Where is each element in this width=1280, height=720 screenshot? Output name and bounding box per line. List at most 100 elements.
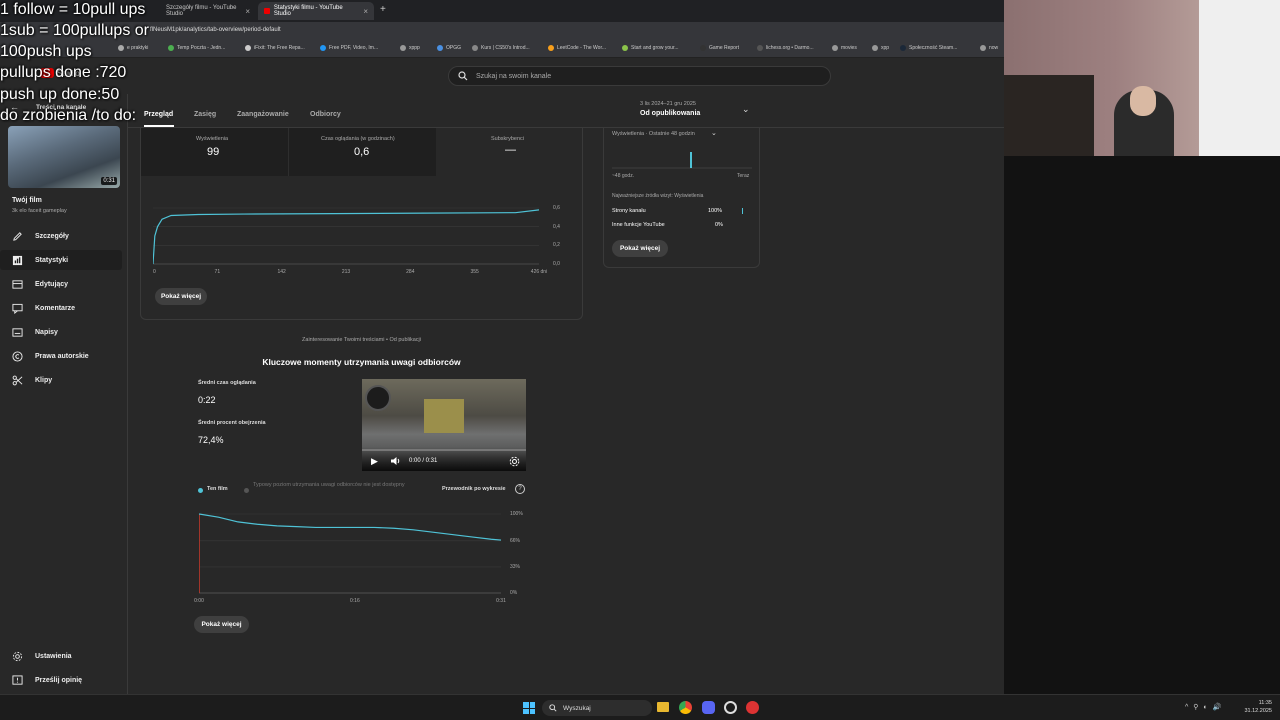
tab-overview[interactable]: Przegląd xyxy=(144,111,173,118)
bookmark-item[interactable]: movies xyxy=(832,45,857,51)
browser-tab[interactable]: Szczegóły filmu - YouTube Studio × xyxy=(160,2,256,20)
obs-icon[interactable] xyxy=(746,701,759,714)
x-tick-label: 71 xyxy=(214,269,221,275)
file-explorer-icon[interactable] xyxy=(657,702,669,712)
app-icon[interactable] xyxy=(724,701,737,714)
webcam-wardrobe xyxy=(1199,0,1280,156)
source-label: Strony kanału xyxy=(612,208,646,214)
bookmark-item[interactable]: lichess.org • Darmo... xyxy=(757,45,814,51)
system-tray-icons[interactable]: ^⚲◐🔊 xyxy=(1185,703,1226,711)
bookmark-item[interactable]: Społeczność Steam... xyxy=(900,45,957,51)
volume-icon[interactable] xyxy=(390,456,401,466)
retention-series-line[interactable] xyxy=(199,513,502,541)
sidebar-item-settings[interactable]: Ustawienia xyxy=(0,646,122,666)
bookmark-icon xyxy=(832,45,838,51)
legend-typical: Typowy poziom utrzymania uwagi odbiorców… xyxy=(253,482,405,488)
metric-value: 0,6 xyxy=(354,146,370,158)
chart-guide-link[interactable]: Przewodnik po wykresie xyxy=(442,486,506,492)
avg-time-label: Średni czas oglądania xyxy=(198,380,256,386)
bookmark-item[interactable]: Game Report xyxy=(700,45,739,51)
sidebar-item-editor[interactable]: Edytujący xyxy=(0,274,122,294)
legend-this-video: Ten film xyxy=(207,486,228,492)
show-more-button[interactable]: Pokaż więcej xyxy=(155,288,207,305)
sidebar-item-analytics[interactable]: Statystyki xyxy=(0,250,122,270)
discord-icon[interactable] xyxy=(702,701,715,714)
avg-pct-value: 72,4% xyxy=(198,435,224,445)
source-value: 0% xyxy=(715,222,723,228)
video-thumbnail[interactable]: 0:31 xyxy=(8,126,120,188)
tab-engagement[interactable]: Zaangażowanie xyxy=(237,111,289,118)
y-tick-label: 0,0 xyxy=(553,261,560,267)
chrome-icon[interactable] xyxy=(679,701,692,714)
bookmark-item[interactable]: now xyxy=(980,45,998,51)
bookmark-item[interactable]: Free PDF, Video, Im... xyxy=(320,45,378,51)
close-icon[interactable]: × xyxy=(245,7,250,16)
bookmark-item[interactable]: OPGG xyxy=(437,45,461,51)
bookmark-item[interactable]: e praktyki xyxy=(118,45,148,51)
period-range: 3 lis 2024–21 gru 2025 xyxy=(640,101,696,107)
windows-start-icon[interactable] xyxy=(523,702,535,714)
show-more-button[interactable]: Pokaż więcej xyxy=(194,616,249,633)
sidebar-item-feedback[interactable]: Prześlij opinię xyxy=(0,670,122,690)
address-bar[interactable]: flNeusM1pk/analytics/tab-overview/period… xyxy=(0,22,1004,40)
views-series-line[interactable] xyxy=(153,209,540,265)
bookmark-item[interactable]: iFixit: The Free Repa... xyxy=(245,45,305,51)
sidebar-item-subtitles[interactable]: Napisy xyxy=(0,322,122,342)
search-input[interactable]: Szukaj na swoim kanale xyxy=(448,66,831,86)
views-line-chart[interactable] xyxy=(153,204,543,266)
sidebar-item-details[interactable]: Szczegóły xyxy=(0,226,122,246)
player-progress-bar[interactable] xyxy=(362,449,526,451)
sidebar-item-copyright[interactable]: Prawa autorskie xyxy=(0,346,122,366)
clock-time: 11:35 xyxy=(1258,700,1272,706)
legend-dot xyxy=(244,488,249,493)
realtime-bar-chart[interactable] xyxy=(612,146,752,170)
chevron-down-icon[interactable]: ⌄ xyxy=(742,104,750,115)
show-more-button[interactable]: Pokaż więcej xyxy=(612,240,668,257)
play-icon[interactable]: ▶ xyxy=(371,456,378,467)
video-player[interactable]: ▶ 0:00 / 0:31 xyxy=(362,379,526,471)
taskbar-search[interactable]: Wyszukaj xyxy=(542,700,652,716)
bookmark-label: Start and grow your... xyxy=(631,45,679,51)
bookmark-item[interactable]: xpp xyxy=(872,45,889,51)
bookmark-item[interactable]: Start and grow your... xyxy=(622,45,679,51)
new-tab-button[interactable]: + xyxy=(380,4,386,15)
gear-icon[interactable] xyxy=(509,456,520,467)
metric-value: — xyxy=(505,144,516,156)
sidebar-item-label: Edytujący xyxy=(35,280,69,288)
bookmark-item[interactable]: Temp Poczta - Jedn... xyxy=(168,45,225,51)
editor-icon xyxy=(12,279,23,289)
chevron-down-icon[interactable]: ⌄ xyxy=(711,129,717,137)
x-tick-label: 0:16 xyxy=(349,598,360,604)
retention-line-chart[interactable] xyxy=(199,513,502,595)
bookmark-label: Społeczność Steam... xyxy=(909,45,958,51)
bookmark-label: movies xyxy=(841,45,857,51)
sidebar-item-comments[interactable]: Komentarze xyxy=(0,298,122,318)
url-text: flNeusM1pk/analytics/tab-overview/period… xyxy=(150,27,281,33)
close-icon[interactable]: × xyxy=(363,7,368,16)
bookmark-label: Temp Poczta - Jedn... xyxy=(177,45,226,51)
bookmark-item[interactable]: xppp xyxy=(400,45,420,51)
browser-tab-active[interactable]: Statystyki filmu - YouTube Studio × xyxy=(258,2,374,20)
help-icon[interactable]: ? xyxy=(515,484,525,494)
tab-audience[interactable]: Odbiorcy xyxy=(310,111,341,118)
sidebar-item-label: Prawa autorskie xyxy=(35,352,89,360)
taskbar: Wyszukaj ^⚲◐🔊 11:35 31.12.2025 xyxy=(0,694,1280,720)
bookmark-icon xyxy=(622,45,628,51)
overlay-line: 100push ups xyxy=(0,43,92,60)
bookmark-item[interactable]: Kurs | CS50's Introd... xyxy=(472,45,530,51)
minimap-image xyxy=(365,385,391,411)
sidebar-item-clips[interactable]: Klipy xyxy=(0,370,122,390)
video-subtitle: 3k elo faceit gameplay xyxy=(12,208,67,214)
bookmark-icon xyxy=(872,45,878,51)
tab-reach[interactable]: Zasięg xyxy=(194,111,216,118)
retention-title: Kluczowe momenty utrzymania uwagi odbior… xyxy=(262,357,461,367)
clock-date: 31.12.2025 xyxy=(1244,708,1272,714)
bookmark-item[interactable]: LeetCode - The Wor... xyxy=(548,45,606,51)
retention-caption: Zainteresowanie Twoimi treściami • Od pu… xyxy=(302,337,421,343)
active-tab-indicator xyxy=(144,125,174,127)
metric-label: Wyświetlenia xyxy=(196,136,229,142)
period-select[interactable]: Od opublikowania xyxy=(640,110,700,117)
bookmark-label: iFixit: The Free Repa... xyxy=(254,45,305,51)
bookmark-label: Free PDF, Video, Im... xyxy=(329,45,379,51)
bookmark-icon xyxy=(437,45,443,51)
